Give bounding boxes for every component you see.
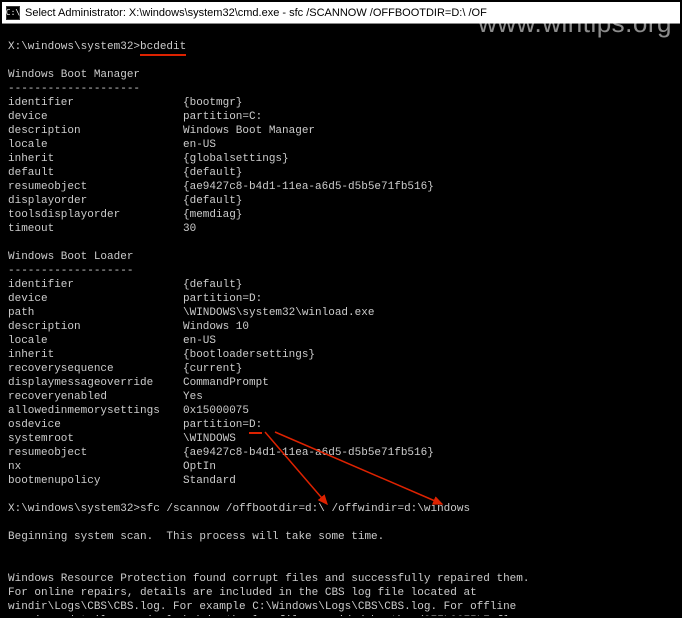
bm-val: {ae9427c8-b4d1-11ea-a6d5-d5b5e71fb516} bbox=[183, 181, 434, 193]
section-rule: ------------------- bbox=[8, 265, 133, 277]
bm-val: en-US bbox=[183, 139, 216, 151]
osdevice-drive-highlight: D: bbox=[249, 419, 262, 434]
bl-key: locale bbox=[8, 334, 183, 348]
bl-key: recoverysequence bbox=[8, 362, 183, 376]
bl-val: partition=D: bbox=[183, 293, 262, 305]
prompt-line: X:\windows\system32> bbox=[8, 503, 140, 515]
bl-key: inherit bbox=[8, 348, 183, 362]
bm-key: timeout bbox=[8, 222, 183, 236]
bl-key: displaymessageoverride bbox=[8, 376, 183, 390]
window-title: Select Administrator: X:\windows\system3… bbox=[25, 7, 487, 19]
prompt-line: X:\windows\system32> bbox=[8, 41, 140, 53]
bl-val: 0x15000075 bbox=[183, 405, 249, 417]
bm-key: resumeobject bbox=[8, 180, 183, 194]
bl-key: path bbox=[8, 306, 183, 320]
bm-val: {memdiag} bbox=[183, 209, 242, 221]
section-header: Windows Boot Manager bbox=[8, 69, 140, 81]
bm-val: {globalsettings} bbox=[183, 153, 289, 165]
bm-key: description bbox=[8, 124, 183, 138]
bl-key: nx bbox=[8, 460, 183, 474]
bl-key: description bbox=[8, 320, 183, 334]
bl-val: OptIn bbox=[183, 461, 216, 473]
bl-key: bootmenupolicy bbox=[8, 474, 183, 488]
bm-key: inherit bbox=[8, 152, 183, 166]
bl-val: \WINDOWS bbox=[183, 433, 236, 445]
scan-beginning: Beginning system scan. This process will… bbox=[8, 531, 384, 543]
bl-key: recoveryenabled bbox=[8, 390, 183, 404]
bm-key: device bbox=[8, 110, 183, 124]
window-titlebar: C:\ Select Administrator: X:\windows\sys… bbox=[2, 2, 680, 24]
bm-val: {bootmgr} bbox=[183, 97, 242, 109]
bl-val: Yes bbox=[183, 391, 203, 403]
typed-command-sfc: sfc /scannow /offbootdir=d:\ /offwindir=… bbox=[140, 503, 470, 515]
typed-command-bcdedit: bcdedit bbox=[140, 41, 186, 56]
bl-key: identifier bbox=[8, 278, 183, 292]
bl-val: {ae9427c8-b4d1-11ea-a6d5-d5b5e71fb516} bbox=[183, 447, 434, 459]
scan-result-line: For online repairs, details are included… bbox=[8, 587, 477, 599]
bl-val: {default} bbox=[183, 279, 242, 291]
bm-key: toolsdisplayorder bbox=[8, 208, 183, 222]
bm-key: locale bbox=[8, 138, 183, 152]
bl-val: en-US bbox=[183, 335, 216, 347]
bl-val: CommandPrompt bbox=[183, 377, 269, 389]
bl-val: {bootloadersettings} bbox=[183, 349, 315, 361]
section-rule: -------------------- bbox=[8, 83, 140, 95]
bm-val: partition=C: bbox=[183, 111, 262, 123]
section-header: Windows Boot Loader bbox=[8, 251, 133, 263]
scan-result-line: windir\Logs\CBS\CBS.log. For example C:\… bbox=[8, 601, 516, 613]
cmd-icon: C:\ bbox=[6, 6, 20, 20]
console-output[interactable]: X:\windows\system32>bcdedit Windows Boot… bbox=[2, 24, 680, 616]
bm-key: identifier bbox=[8, 96, 183, 110]
bl-key: allowedinmemorysettings bbox=[8, 404, 183, 418]
bl-val: Standard bbox=[183, 475, 236, 487]
bl-val: {current} bbox=[183, 363, 242, 375]
scan-result-line: Windows Resource Protection found corrup… bbox=[8, 573, 530, 585]
bl-key: systemroot bbox=[8, 432, 183, 446]
bl-key: resumeobject bbox=[8, 446, 183, 460]
bm-val: Windows Boot Manager bbox=[183, 125, 315, 137]
bm-val: {default} bbox=[183, 167, 242, 179]
bm-key: default bbox=[8, 166, 183, 180]
bl-val: Windows 10 bbox=[183, 321, 249, 333]
bm-val: {default} bbox=[183, 195, 242, 207]
scan-result-line: repairs, details are included in the log… bbox=[8, 615, 530, 616]
bl-val: \WINDOWS\system32\winload.exe bbox=[183, 307, 374, 319]
bm-val: 30 bbox=[183, 223, 196, 235]
bl-key: device bbox=[8, 292, 183, 306]
bl-key: osdevice bbox=[8, 418, 183, 432]
bm-key: displayorder bbox=[8, 194, 183, 208]
